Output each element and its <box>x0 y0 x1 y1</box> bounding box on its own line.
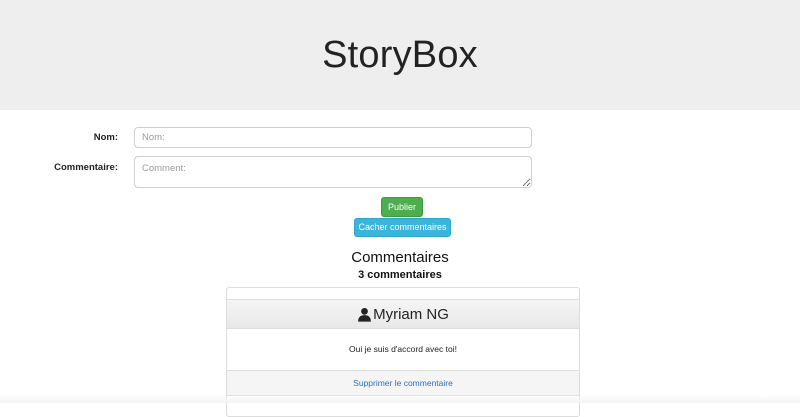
comment-textarea[interactable] <box>134 156 532 188</box>
comment-footer: Supprimer le commentaire <box>227 370 579 396</box>
comments-heading: Commentaires <box>351 249 449 266</box>
hide-comments-button[interactable]: Cacher commentaires <box>354 218 451 237</box>
comment-text: Oui je suis d'accord avec toi! <box>349 344 457 354</box>
page-header: StoryBox <box>0 0 800 110</box>
page-title: StoryBox <box>322 34 478 76</box>
comment-label: Commentaire: <box>54 162 118 173</box>
publish-button[interactable]: Publier <box>381 197 423 217</box>
comment-author: Myriam NG <box>373 305 449 323</box>
comment-body: Oui je suis d'accord avec toi! <box>227 328 579 370</box>
user-icon <box>357 307 373 322</box>
delete-comment-link[interactable]: Supprimer le commentaire <box>353 378 453 388</box>
comments-count: 3 commentaires <box>358 269 442 281</box>
comment-author-bar: Myriam NG <box>227 299 579 329</box>
bottom-fade <box>0 394 800 403</box>
name-input[interactable] <box>134 127 532 148</box>
name-label: Nom: <box>93 132 118 143</box>
